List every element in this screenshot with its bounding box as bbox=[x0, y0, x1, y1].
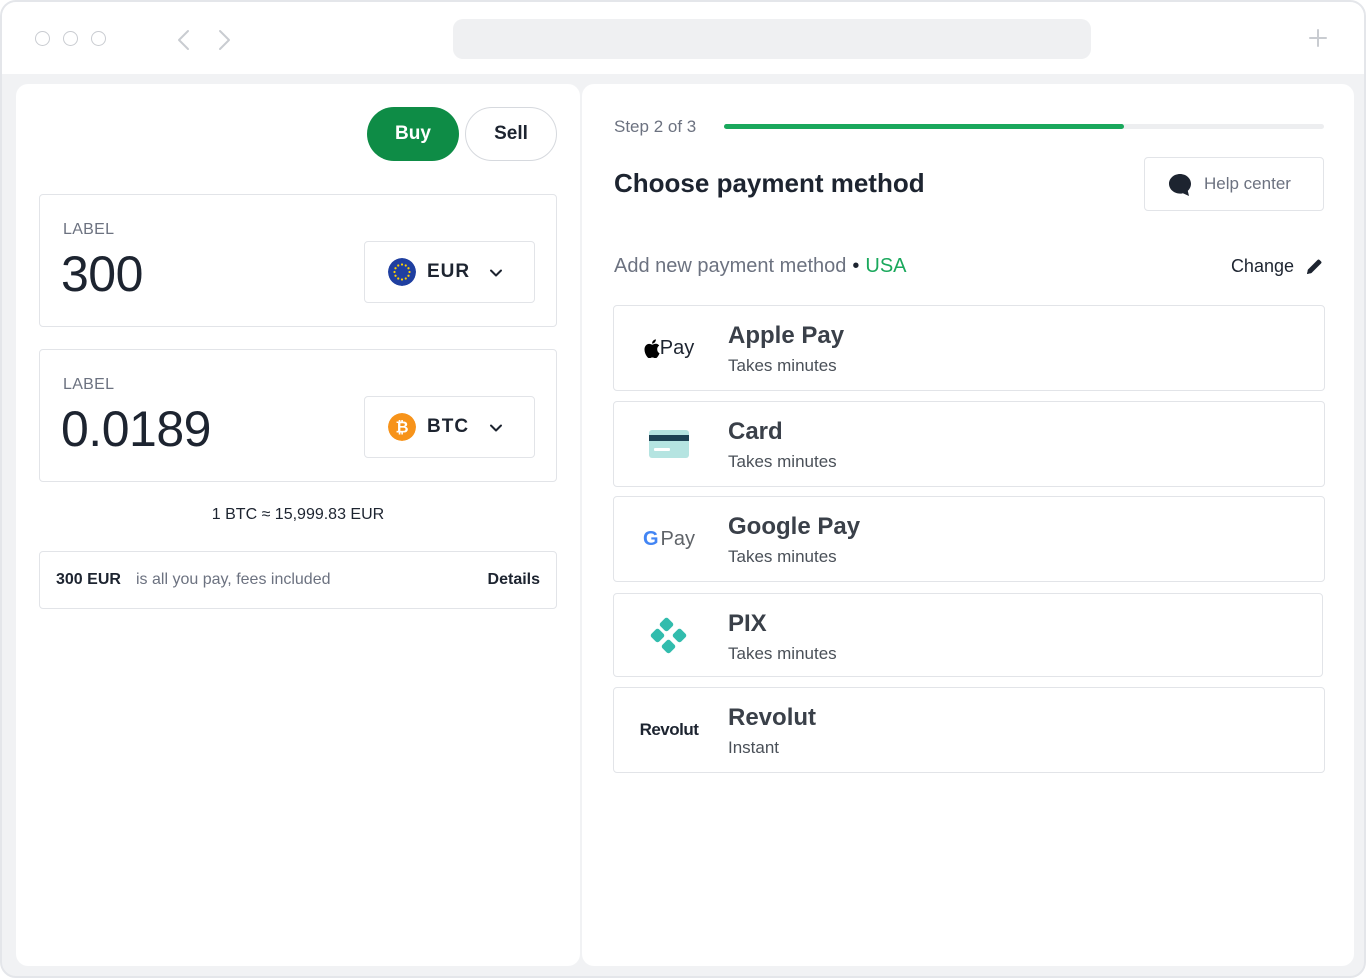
buy-button[interactable]: Buy bbox=[367, 107, 459, 161]
payment-method-subtitle: Takes minutes bbox=[728, 547, 837, 566]
spend-amount-label: LABEL bbox=[63, 221, 115, 238]
svg-text:₿: ₿ bbox=[395, 418, 408, 437]
browser-titlebar bbox=[2, 2, 1364, 74]
sell-button[interactable]: Sell bbox=[465, 107, 557, 161]
payment-method-subtitle: Takes minutes bbox=[728, 356, 837, 375]
payment-panel: Step 2 of 3 Choose payment method Help c… bbox=[582, 84, 1354, 966]
exchange-rate-text: 1 BTC ≈ 15,999.83 EUR bbox=[211, 506, 385, 523]
spend-currency-code: EUR bbox=[427, 261, 471, 282]
fee-total-amount: 300 EUR bbox=[56, 571, 121, 588]
page-title: Choose payment method bbox=[614, 168, 925, 198]
step-progress-fill bbox=[724, 124, 1125, 129]
receive-amount-label: LABEL bbox=[63, 376, 115, 393]
apple-pay-logo-text: Pay bbox=[659, 336, 695, 359]
add-payment-method-text: Add new payment method bbox=[614, 255, 847, 277]
receive-currency-code: BTC bbox=[427, 416, 470, 437]
payment-method-subtitle: Takes minutes bbox=[728, 452, 837, 471]
chat-bubble-icon bbox=[1169, 174, 1191, 196]
address-bar[interactable] bbox=[453, 19, 1091, 59]
help-center-button[interactable]: Help center bbox=[1144, 157, 1324, 211]
new-tab-plus-icon[interactable] bbox=[1308, 28, 1328, 48]
step-progress-bar bbox=[724, 124, 1324, 129]
chevron-down-icon bbox=[490, 269, 502, 277]
step-indicator: Step 2 of 3 bbox=[614, 117, 697, 136]
change-country-button[interactable]: Change bbox=[1231, 256, 1324, 277]
separator-dot: • bbox=[852, 255, 860, 277]
google-pay-logo: G Pay bbox=[638, 517, 700, 561]
pix-icon bbox=[650, 617, 687, 654]
window-close-dot[interactable] bbox=[35, 31, 50, 46]
browser-window: Buy Sell LABEL 300 EUR LABEL 0.0189 ₿ BT… bbox=[0, 0, 1366, 978]
back-arrow-icon[interactable] bbox=[174, 28, 194, 52]
receive-amount-card: LABEL 0.0189 ₿ BTC bbox=[39, 349, 557, 482]
window-minimize-dot[interactable] bbox=[63, 31, 78, 46]
google-pay-logo-text: Pay bbox=[660, 527, 696, 550]
payment-method-apple-pay[interactable]: Pay Apple Pay Takes minutes bbox=[613, 305, 1325, 391]
fee-summary: 300 EUR is all you pay, fees included De… bbox=[39, 551, 557, 609]
add-payment-method-heading: Add new payment method • USA bbox=[614, 255, 907, 278]
trade-panel: Buy Sell LABEL 300 EUR LABEL 0.0189 ₿ BT… bbox=[16, 84, 580, 966]
fee-details-link[interactable]: Details bbox=[488, 571, 540, 589]
apple-icon bbox=[644, 338, 660, 358]
card-icon bbox=[649, 430, 689, 458]
payment-method-subtitle: Takes minutes bbox=[728, 644, 837, 663]
google-g-letter: G bbox=[642, 527, 659, 550]
help-center-label: Help center bbox=[1204, 174, 1291, 193]
window-maximize-dot[interactable] bbox=[91, 31, 106, 46]
receive-currency-select[interactable]: ₿ BTC bbox=[364, 396, 535, 458]
payment-method-name: Revolut bbox=[728, 704, 817, 731]
spend-amount-card: LABEL 300 EUR bbox=[39, 194, 557, 327]
apple-pay-logo: Pay bbox=[638, 326, 700, 370]
revolut-logo-text: Revolut bbox=[639, 720, 699, 739]
payment-method-revolut[interactable]: Revolut Revolut Instant bbox=[613, 687, 1325, 773]
spend-currency-select[interactable]: EUR bbox=[364, 241, 535, 303]
change-label: Change bbox=[1230, 256, 1294, 276]
forward-arrow-icon[interactable] bbox=[214, 28, 234, 52]
pencil-icon bbox=[1307, 259, 1322, 274]
google-g-icon: G bbox=[643, 528, 659, 551]
country-label: USA bbox=[865, 255, 907, 277]
eu-flag-icon bbox=[388, 258, 416, 286]
payment-method-pix[interactable]: PIX Takes minutes bbox=[613, 593, 1323, 677]
bitcoin-icon: ₿ bbox=[388, 413, 416, 441]
fee-description: is all you pay, fees included bbox=[136, 571, 331, 588]
pix-logo bbox=[638, 614, 700, 658]
card-logo bbox=[638, 422, 700, 466]
payment-method-google-pay[interactable]: G Pay Google Pay Takes minutes bbox=[613, 496, 1325, 582]
payment-method-name: Apple Pay bbox=[728, 322, 845, 349]
payment-method-name: PIX bbox=[728, 610, 767, 637]
payment-method-subtitle: Instant bbox=[728, 738, 780, 757]
chevron-down-icon bbox=[490, 424, 502, 432]
payment-method-name: Google Pay bbox=[728, 513, 861, 540]
revolut-logo: Revolut bbox=[638, 708, 700, 752]
spend-amount-input[interactable]: 300 bbox=[61, 245, 143, 303]
payment-method-card[interactable]: Card Takes minutes bbox=[613, 401, 1325, 487]
payment-method-name: Card bbox=[728, 418, 783, 445]
receive-amount-input[interactable]: 0.0189 bbox=[61, 400, 211, 458]
